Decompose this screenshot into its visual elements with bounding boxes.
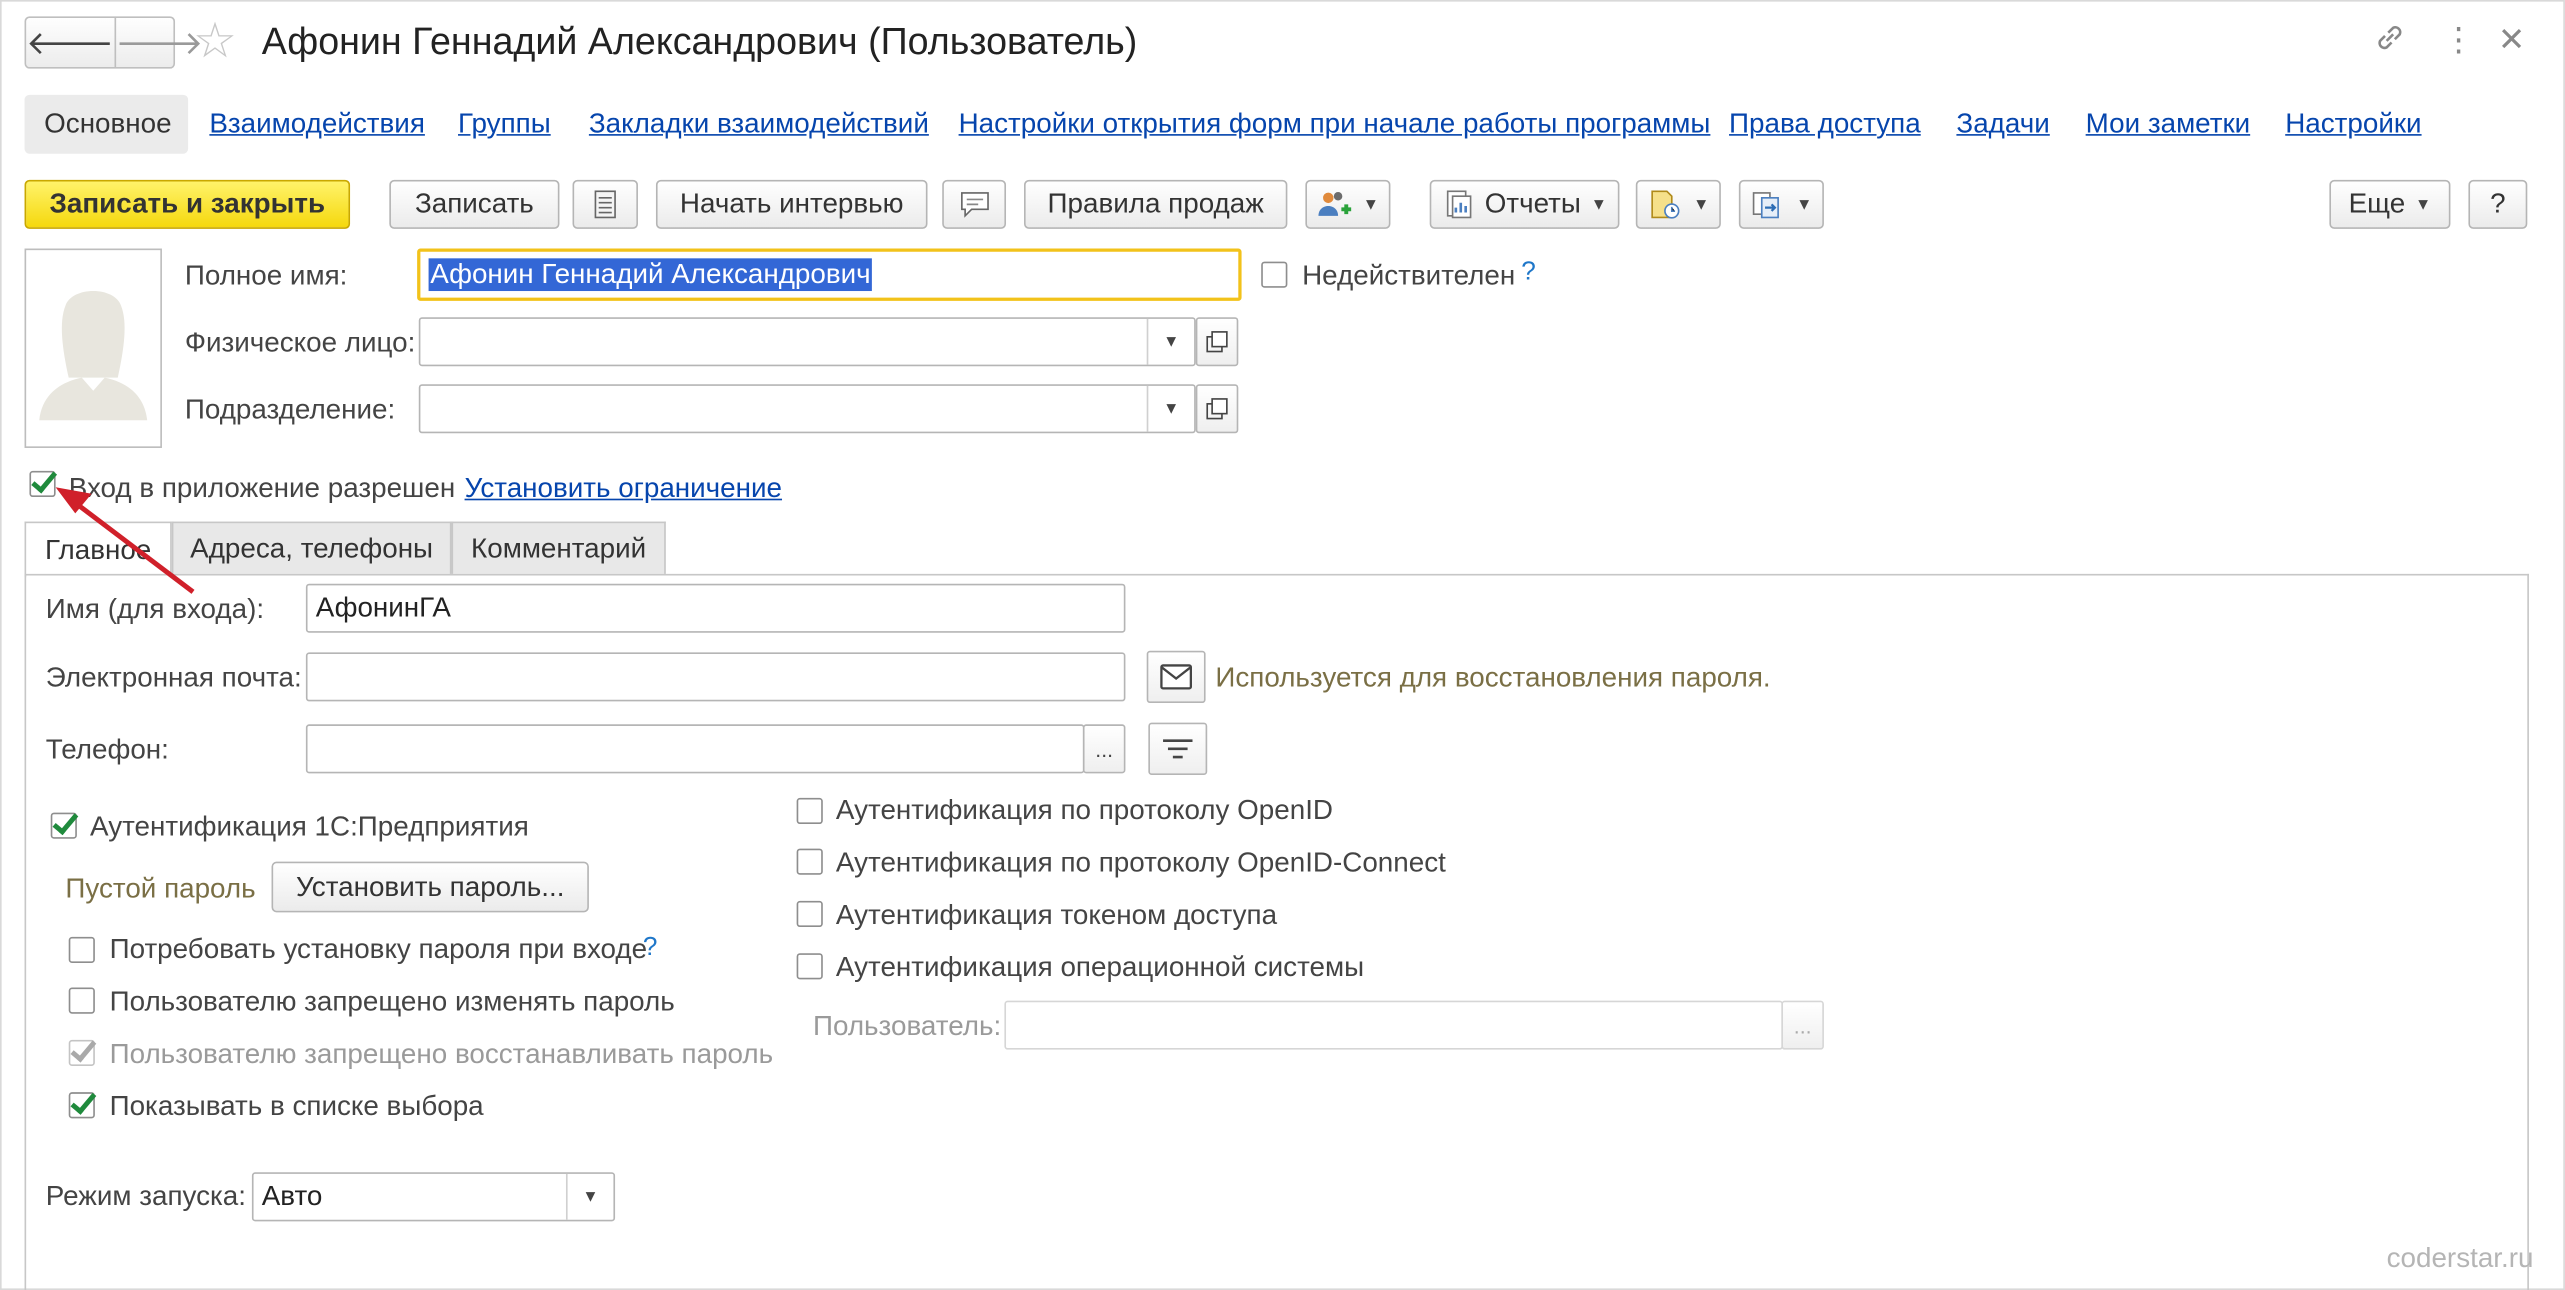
require-password-checkbox[interactable] [68,936,95,964]
tab-comment[interactable]: Комментарий [451,521,666,574]
invalid-label: Недействителен [1302,259,1516,292]
launch-mode-label: Режим запуска: [45,1180,247,1212]
phone-select-button[interactable]: ... [1082,724,1126,774]
email-hint: Используется для восстановления пароля. [1215,662,1771,694]
send-menu-button[interactable]: ▼ [1738,179,1824,229]
chevron-down-icon[interactable]: ▼ [1146,318,1194,365]
invalid-checkbox[interactable] [1261,261,1288,288]
forbid-change-password-checkbox[interactable] [68,987,95,1014]
chevron-down-icon: ▼ [2415,195,2432,214]
os-user-field [1004,1000,1784,1050]
save-button[interactable]: Записать [389,179,560,229]
envelope-icon [1160,664,1193,690]
page-title: Афонин Геннадий Александрович (Пользоват… [261,19,1138,63]
watermark: coderstar.ru [2386,1242,2534,1274]
person-field[interactable]: ▼ [418,317,1196,367]
start-interview-button[interactable]: Начать интервью [655,179,928,229]
launch-mode-value: Авто [261,1180,323,1212]
send-email-button[interactable] [1146,650,1206,704]
form-window: 🡐 🡒 ☆ Афонин Геннадий Александрович (Пол… [0,0,2565,1290]
auth-token-label: Аутентификация токеном доступа [835,899,1278,931]
nav-tab-interaction-bookmarks[interactable]: Закладки взаимодействий [589,108,929,141]
more-actions-button[interactable]: Еще ▼ [2329,179,2451,229]
show-in-list-label: Показывать в списке выбора [109,1090,484,1122]
comment-button[interactable] [942,179,1007,229]
os-user-label: Пользователь: [812,1010,1002,1042]
document-send-icon [1752,192,1780,219]
department-open-button[interactable] [1195,384,1239,434]
nav-tab-tasks[interactable]: Задачи [1956,108,2049,141]
document-clock-icon [1651,190,1680,219]
filter-lines-icon [1163,739,1193,759]
auth-openid-label: Аутентификация по протоколу OpenID [835,794,1334,826]
chevron-down-icon[interactable]: ▼ [1146,385,1194,432]
speech-bubble-icon [960,192,989,218]
forbid-restore-password-checkbox [68,1039,95,1067]
annotation-arrow [55,487,195,594]
require-password-help-icon[interactable]: ? [643,934,658,963]
users-add-icon [1318,191,1352,216]
chevron-down-icon: ▼ [1693,195,1710,214]
auth-openid-connect-checkbox[interactable] [796,848,823,875]
auth-token-checkbox[interactable] [796,900,823,928]
email-field[interactable] [305,652,1126,702]
nav-tab-access-rights[interactable]: Права доступа [1729,108,1921,141]
reports-label: Отчеты [1484,188,1581,220]
phone-filter-button[interactable] [1148,722,1208,775]
empty-password-text: Пустой пароль [65,873,256,905]
chevron-down-icon: ▼ [1590,195,1607,214]
link-icon[interactable] [2374,21,2407,64]
nav-tab-settings[interactable]: Настройки [2285,108,2421,141]
users-menu-button[interactable]: ▼ [1305,179,1391,229]
full-name-field[interactable]: Афонин Геннадий Александрович [417,248,1242,301]
chevron-down-icon: ▼ [1362,195,1379,214]
list-button[interactable] [572,179,638,229]
print-menu-button[interactable]: ▼ [1635,179,1721,229]
invalid-help-icon[interactable]: ? [1521,258,1536,287]
close-icon[interactable]: ✕ [2498,21,2525,60]
nav-tab-my-notes[interactable]: Мои заметки [2086,108,2251,141]
show-in-list-checkbox[interactable] [68,1092,95,1119]
chevron-down-icon: ▼ [1796,195,1813,214]
document-list-icon [594,190,616,219]
auth-openid-checkbox[interactable] [796,797,823,825]
auth-1c-label: Аутентификация 1С:Предприятия [89,810,529,843]
help-button[interactable]: ? [2468,179,2528,229]
forbid-restore-password-label: Пользователю запрещено восстанавливать п… [109,1038,774,1070]
auth-os-label: Аутентификация операционной системы [835,951,1365,983]
phone-field[interactable] [305,724,1085,774]
nav-tab-groups[interactable]: Группы [458,108,551,141]
chevron-down-icon[interactable]: ▼ [565,1173,613,1220]
reports-icon [1446,190,1471,219]
login-name-field[interactable]: АфонинГА [305,583,1126,633]
sales-rules-button[interactable]: Правила продаж [1024,179,1288,229]
open-window-icon [1206,398,1228,420]
login-name-value: АфонинГА [315,591,451,623]
full-name-value: Афонин Геннадий Александрович [428,258,873,292]
os-user-select-button: ... [1781,1000,1824,1050]
open-window-icon [1206,331,1228,353]
set-password-button[interactable]: Установить пароль... [271,861,589,913]
person-open-button[interactable] [1195,317,1239,367]
email-label: Электронная почта: [45,662,302,694]
phone-label: Телефон: [45,734,169,766]
more-label: Еще [2348,188,2406,220]
nav-tab-form-settings[interactable]: Настройки открытия форм при начале работ… [959,108,1711,141]
auth-1c-checkbox[interactable] [50,812,77,839]
more-vertical-icon[interactable]: ⋮ [2442,21,2475,60]
reports-button[interactable]: Отчеты ▼ [1429,179,1620,229]
launch-mode-select[interactable]: Авто ▼ [251,1172,616,1222]
set-restriction-link[interactable]: Установить ограничение [465,473,782,506]
require-password-label: Потребовать установку пароля при входе [109,933,648,965]
auth-openid-connect-label: Аутентификация по протоколу OpenID-Conne… [835,846,1446,878]
auth-os-checkbox[interactable] [796,953,823,980]
forbid-change-password-label: Пользователю запрещено изменять пароль [109,985,675,1017]
department-field[interactable]: ▼ [418,384,1196,434]
